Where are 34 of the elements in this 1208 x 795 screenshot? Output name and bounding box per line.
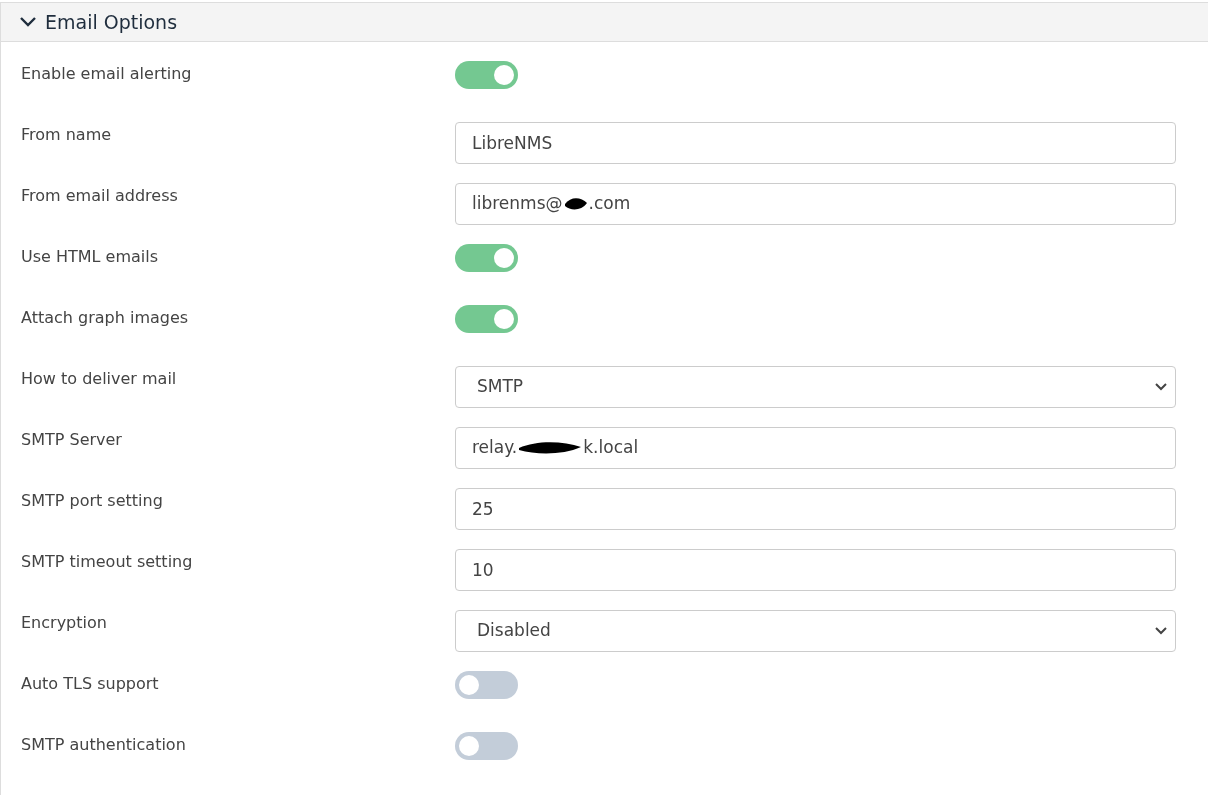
panel-header[interactable]: Email Options xyxy=(1,3,1208,42)
setting-label: Attach graph images xyxy=(20,307,190,329)
select-value: Disabled xyxy=(477,619,551,643)
toggle-switch[interactable] xyxy=(455,671,518,699)
input-field[interactable]: LibreNMS xyxy=(455,122,1176,164)
input-field[interactable]: 25 xyxy=(455,488,1176,530)
setting-label: Encryption xyxy=(20,612,108,634)
field-value-start: relay. xyxy=(472,436,518,460)
panel-title: Email Options xyxy=(45,9,178,35)
toggle-switch[interactable] xyxy=(455,305,518,333)
toggle-switch[interactable] xyxy=(455,244,518,272)
setting-label: Enable email alerting xyxy=(20,63,193,85)
field-value-end: .com xyxy=(588,192,631,216)
setting-label: SMTP port setting xyxy=(20,490,164,512)
toggle-switch[interactable] xyxy=(455,732,518,760)
setting-label: How to deliver mail xyxy=(20,368,178,390)
setting-label: From name xyxy=(20,124,113,146)
input-field[interactable]: relay. k.local xyxy=(455,427,1176,469)
toggle-switch[interactable] xyxy=(455,61,518,89)
setting-label: Auto TLS support xyxy=(20,673,160,695)
select-dropdown[interactable]: Disabled xyxy=(455,610,1176,652)
field-value-end: k.local xyxy=(583,436,639,460)
input-field[interactable]: 10 xyxy=(455,549,1176,591)
setting-label: From email address xyxy=(20,185,179,207)
select-value: SMTP xyxy=(477,375,524,399)
input-field[interactable]: librenms@ .com xyxy=(455,183,1176,225)
setting-label: Use HTML emails xyxy=(20,246,160,268)
caret-icon xyxy=(1155,627,1167,635)
setting-label: SMTP timeout setting xyxy=(20,551,194,573)
select-dropdown[interactable]: SMTP xyxy=(455,366,1176,408)
setting-label: SMTP Server xyxy=(20,429,123,451)
caret-icon xyxy=(1155,383,1167,391)
setting-label: SMTP authentication xyxy=(20,734,187,756)
field-value-start: librenms@ xyxy=(472,192,563,216)
